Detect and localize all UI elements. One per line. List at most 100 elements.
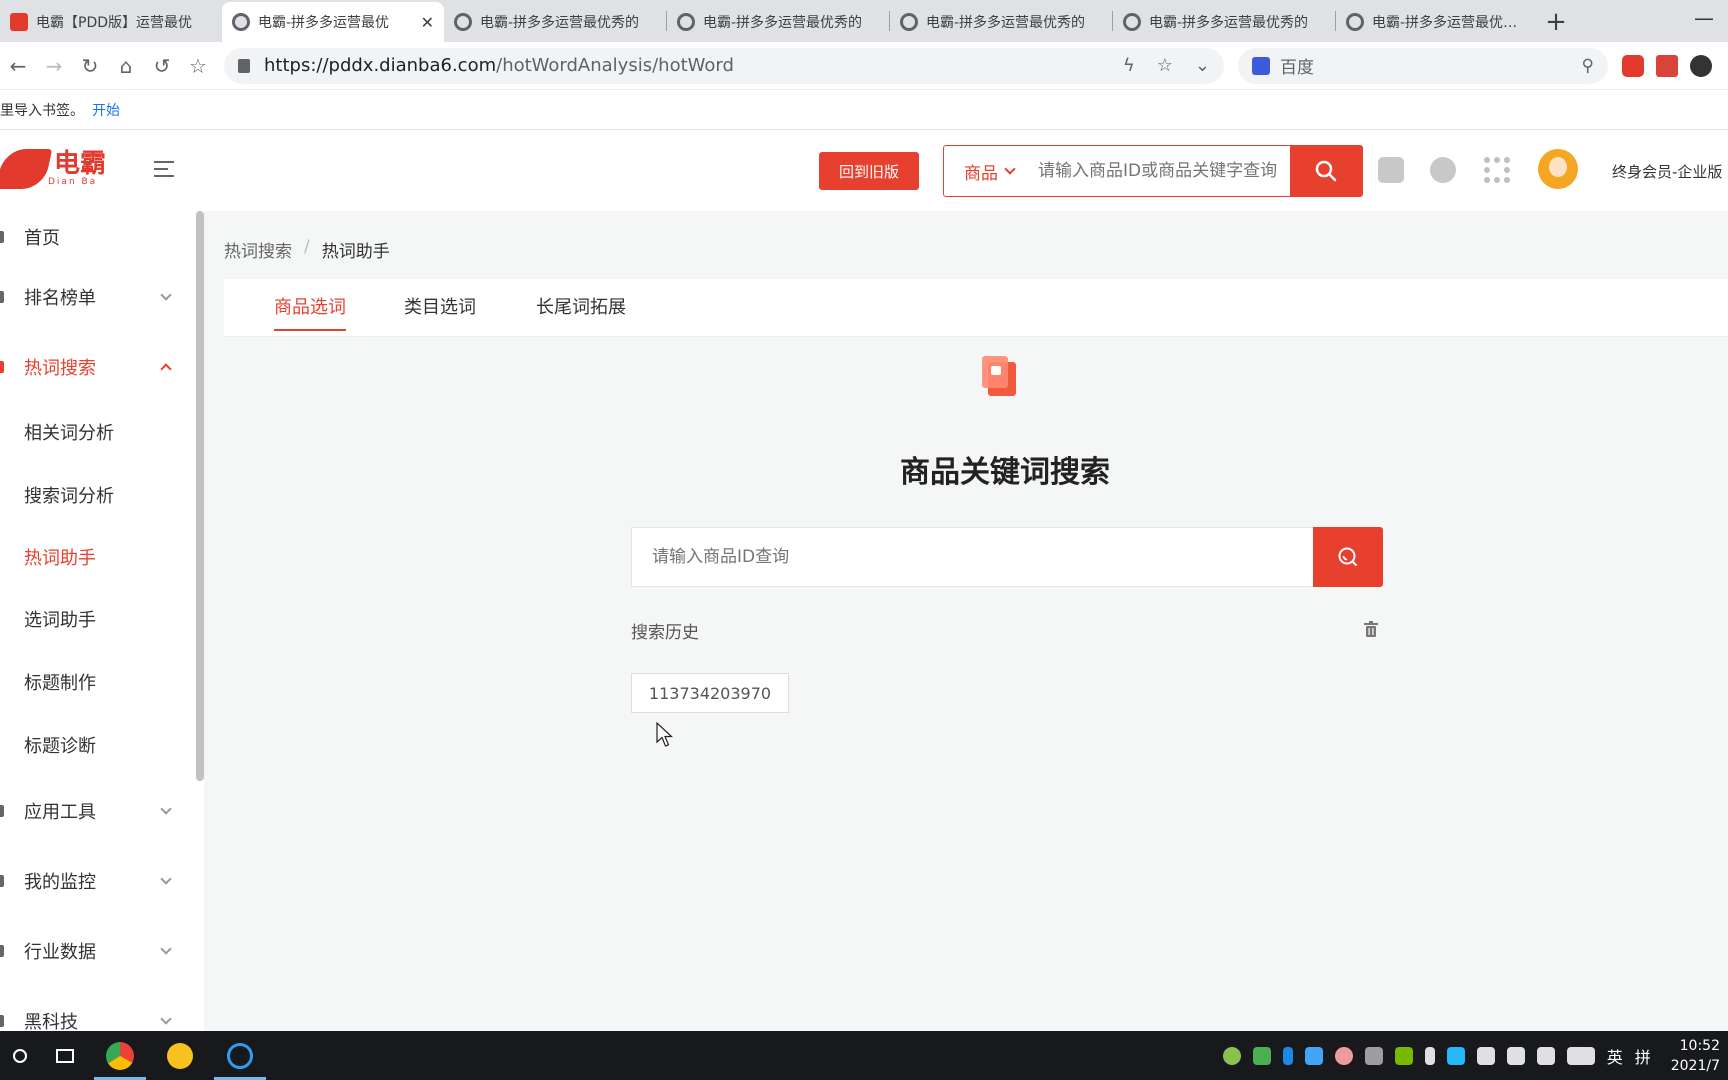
search-icon[interactable]: ⚲ bbox=[1582, 56, 1594, 76]
help-icon[interactable] bbox=[1430, 157, 1456, 183]
ime-mode[interactable]: 拼 bbox=[1635, 1044, 1651, 1068]
search-category-label: 商品 bbox=[964, 163, 998, 184]
sidebar-item-label: 标题诊断 bbox=[24, 736, 96, 757]
bookmark-hint: 里导入书签。 bbox=[0, 102, 84, 119]
search-category-select[interactable]: 商品 bbox=[944, 146, 1034, 196]
task-view-icon[interactable] bbox=[40, 1031, 90, 1080]
header-search-button[interactable] bbox=[1290, 146, 1362, 196]
sidebar-item-title-maker[interactable]: 标题制作 bbox=[0, 662, 190, 702]
pdf-extension-icon[interactable] bbox=[1656, 54, 1678, 77]
close-icon[interactable]: ✕ bbox=[421, 13, 434, 32]
engine-search-box[interactable]: 百度 ⚲ bbox=[1238, 47, 1608, 84]
trash-icon[interactable] bbox=[1364, 621, 1378, 637]
search-icon bbox=[1338, 547, 1357, 566]
member-level-label[interactable]: 终身会员-企业版 bbox=[1612, 161, 1722, 182]
keyboard-icon[interactable] bbox=[1566, 1046, 1595, 1065]
ime-language[interactable]: 英 bbox=[1607, 1044, 1623, 1068]
shield-icon[interactable] bbox=[1252, 1046, 1271, 1065]
tab-product-words[interactable]: 商品选词 bbox=[274, 293, 346, 331]
sidebar-item-label: 搜索词分析 bbox=[24, 486, 114, 507]
chrome-taskbar-icon[interactable] bbox=[90, 1031, 150, 1080]
tab-title: 电霸-拼多多运营最优秀的 bbox=[926, 15, 1086, 31]
sidebar-item-word-picker[interactable]: 选词助手 bbox=[0, 599, 190, 639]
product-search-button[interactable] bbox=[1313, 527, 1383, 587]
globe-icon bbox=[1123, 13, 1141, 31]
star-icon[interactable]: ☆ bbox=[180, 48, 216, 84]
sidebar-scrollbar[interactable] bbox=[196, 211, 204, 781]
menu-fold-icon[interactable] bbox=[154, 161, 174, 182]
nvidia-icon[interactable] bbox=[1394, 1046, 1413, 1065]
header-search-input[interactable] bbox=[1034, 146, 1290, 196]
chevron-up-icon bbox=[160, 363, 172, 375]
sidebar-item-home[interactable]: 首页 bbox=[0, 217, 190, 257]
bookmarks-bar: 里导入书签。 开始 bbox=[0, 90, 1728, 130]
security-icon[interactable] bbox=[1304, 1046, 1323, 1065]
volume-icon[interactable] bbox=[1506, 1046, 1525, 1065]
sidebar-item-black-tech[interactable]: 黑科技 bbox=[0, 1001, 190, 1031]
tray-search-icon[interactable] bbox=[1446, 1046, 1465, 1065]
avatar[interactable] bbox=[1538, 149, 1578, 189]
address-bar[interactable]: https://pddx.dianba6.com/hotWordAnalysis… bbox=[224, 47, 1224, 84]
sidebar-item-label: 相关词分析 bbox=[24, 423, 114, 444]
sidebar-item-label: 应用工具 bbox=[24, 802, 96, 823]
shopping-bag-icon[interactable] bbox=[1378, 157, 1404, 183]
sidebar-item-industry-data[interactable]: 行业数据 bbox=[0, 931, 190, 971]
bluetooth-icon[interactable] bbox=[1282, 1046, 1293, 1065]
tray-app-icon[interactable] bbox=[1222, 1046, 1241, 1065]
forward-icon[interactable]: → bbox=[36, 48, 72, 84]
undo-icon[interactable]: ↺ bbox=[144, 48, 180, 84]
tray-flower-icon[interactable] bbox=[1334, 1046, 1353, 1065]
bookmark-start-link[interactable]: 开始 bbox=[92, 100, 120, 120]
new-tab-button[interactable]: + bbox=[1536, 2, 1576, 42]
battery-icon[interactable] bbox=[1476, 1046, 1495, 1065]
home-icon[interactable]: ⌂ bbox=[108, 48, 144, 84]
wifi-icon[interactable] bbox=[1364, 1046, 1383, 1065]
chevron-down-icon[interactable]: ⌄ bbox=[1195, 55, 1210, 76]
apps-grid-icon[interactable] bbox=[1484, 157, 1510, 183]
sidebar-item-hotword-search[interactable]: 热词搜索 bbox=[0, 347, 190, 387]
moon-icon[interactable] bbox=[1690, 54, 1712, 77]
sidebar-item-app-tools[interactable]: 应用工具 bbox=[0, 791, 190, 831]
back-icon[interactable]: ← bbox=[0, 48, 36, 84]
breadcrumb-link[interactable]: 热词搜索 bbox=[224, 237, 292, 262]
product-search bbox=[631, 527, 1383, 587]
microphone-icon[interactable] bbox=[1424, 1046, 1435, 1065]
clock[interactable]: 10:52 2021/7 bbox=[1671, 1036, 1720, 1076]
lightning-icon[interactable]: ϟ bbox=[1123, 55, 1135, 76]
chevron-down-icon bbox=[160, 1013, 172, 1025]
old-version-button[interactable]: 回到旧版 bbox=[819, 152, 919, 190]
reload-icon[interactable]: ↻ bbox=[72, 48, 108, 84]
minimize-icon[interactable]: — bbox=[1694, 6, 1714, 30]
globe-icon bbox=[232, 13, 250, 31]
sidebar-item-hotword-assistant[interactable]: 热词助手 bbox=[0, 537, 190, 577]
tab-category-words[interactable]: 类目选词 bbox=[404, 293, 476, 329]
tools-icon bbox=[0, 805, 4, 817]
header-search: 商品 bbox=[943, 145, 1363, 197]
chevron-down-icon bbox=[160, 943, 172, 955]
browser-tab-active[interactable]: 电霸-拼多多运营最优 ✕ bbox=[222, 2, 444, 42]
sidebar-item-label: 黑科技 bbox=[24, 1012, 78, 1031]
browser-tab[interactable]: 电霸-拼多多运营最优秀的 bbox=[444, 2, 666, 42]
app-taskbar-icon[interactable] bbox=[150, 1031, 210, 1080]
sidebar-item-my-monitor[interactable]: 我的监控 bbox=[0, 861, 190, 901]
history-item[interactable]: 113734203970 bbox=[631, 673, 789, 713]
browser-tab[interactable]: 电霸【PDD版】运营最优 bbox=[0, 2, 222, 42]
weibo-extension-icon[interactable] bbox=[1622, 54, 1644, 77]
chat-app-taskbar-icon[interactable] bbox=[210, 1031, 270, 1080]
browser-tab[interactable]: 电霸-拼多多运营最优秀的 bbox=[890, 2, 1112, 42]
search-icon[interactable] bbox=[0, 1031, 40, 1080]
tab-long-tail[interactable]: 长尾词拓展 bbox=[536, 293, 626, 329]
browser-tab[interactable]: 电霸-拼多多运营最优秀的 bbox=[1113, 2, 1335, 42]
pen-icon[interactable] bbox=[1536, 1046, 1555, 1065]
browser-tab[interactable]: 电霸-拼多多运营最优秀的 bbox=[667, 2, 889, 42]
sidebar-item-rankings[interactable]: 排名榜单 bbox=[0, 277, 190, 317]
chevron-down-icon bbox=[160, 803, 172, 815]
sidebar-item-related-words[interactable]: 相关词分析 bbox=[0, 412, 190, 452]
sidebar-item-search-word-analysis[interactable]: 搜索词分析 bbox=[0, 475, 190, 515]
product-id-input[interactable] bbox=[631, 527, 1313, 587]
sidebar-item-label: 标题制作 bbox=[24, 673, 96, 694]
logo[interactable]: 电霸 Dian Ba bbox=[0, 149, 106, 189]
bookmark-star-icon[interactable]: ☆ bbox=[1157, 55, 1173, 76]
browser-tab[interactable]: 电霸-拼多多运营最优秀的 bbox=[1336, 2, 1536, 42]
sidebar-item-title-diagnosis[interactable]: 标题诊断 bbox=[0, 725, 190, 765]
